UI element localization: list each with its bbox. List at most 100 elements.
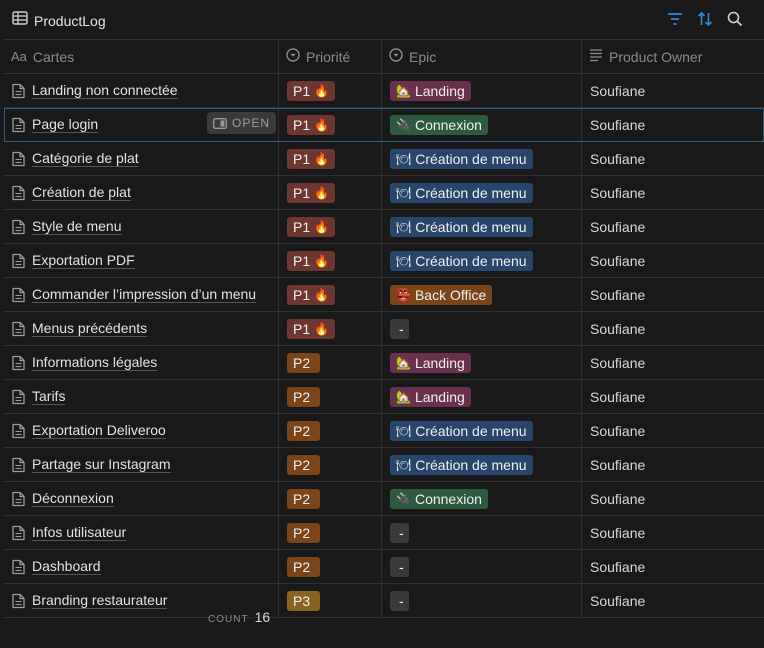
title-cell[interactable]: Infos utilisateur xyxy=(4,516,279,549)
title-cell[interactable]: Déconnexion xyxy=(4,482,279,515)
row-title[interactable]: Landing non connectée xyxy=(32,82,178,99)
owner-cell[interactable]: Soufiane xyxy=(582,142,764,175)
row-title[interactable]: Exportation Deliveroo xyxy=(32,422,166,439)
search-icon[interactable] xyxy=(726,10,744,28)
table-row[interactable]: Dashboard P2 - Soufiane xyxy=(4,550,764,584)
row-title[interactable]: Création de plat xyxy=(32,184,131,201)
table-row[interactable]: Landing non connectée P1 🔥 🏡 Landing Soufiane xyxy=(4,74,764,108)
epic-cell[interactable]: 🍽 Création de menu xyxy=(382,176,582,209)
column-header-product-owner[interactable]: Product Owner xyxy=(582,40,764,73)
table-row[interactable]: Tarifs P2 🏡 Landing Soufiane xyxy=(4,380,764,414)
epic-cell[interactable]: 🍽 Création de menu xyxy=(382,142,582,175)
owner-cell[interactable]: Soufiane xyxy=(582,346,764,379)
column-header-epic[interactable]: Epic xyxy=(382,40,582,73)
table-row[interactable]: Informations légales P2 🏡 Landing Soufiane xyxy=(4,346,764,380)
priority-cell[interactable]: P1 🔥 xyxy=(279,312,382,345)
owner-cell[interactable]: Soufiane xyxy=(582,482,764,515)
owner-cell[interactable]: Soufiane xyxy=(582,176,764,209)
row-title[interactable]: Commander l’impression d’un menu xyxy=(32,286,257,303)
owner-cell[interactable]: Soufiane xyxy=(582,278,764,311)
priority-cell[interactable]: P2 xyxy=(279,516,382,549)
priority-cell[interactable]: P1 🔥 xyxy=(279,74,382,107)
owner-cell[interactable]: Soufiane xyxy=(582,584,764,617)
epic-cell[interactable]: 🍽 Création de menu xyxy=(382,210,582,243)
title-cell[interactable]: Exportation PDF xyxy=(4,244,279,277)
row-title[interactable]: Page login xyxy=(32,116,99,133)
priority-cell[interactable]: P2 xyxy=(279,448,382,481)
epic-cell[interactable]: 🍽 Création de menu xyxy=(382,414,582,447)
title-cell[interactable]: Landing non connectée xyxy=(4,74,279,107)
row-title[interactable]: Infos utilisateur xyxy=(32,524,127,541)
priority-cell[interactable]: P1 🔥 xyxy=(279,108,382,141)
table-row[interactable]: Catégorie de plat P1 🔥 🍽 Création de menu Sou… xyxy=(4,142,764,176)
epic-cell[interactable]: 🏡 Landing xyxy=(382,74,582,107)
title-cell[interactable]: Création de plat xyxy=(4,176,279,209)
row-title[interactable]: Exportation PDF xyxy=(32,252,135,269)
column-header-priorite[interactable]: Priorité xyxy=(279,40,382,73)
table-row[interactable]: Partage sur Instagram P2 🍽 Création de menu… xyxy=(4,448,764,482)
row-title[interactable]: Informations légales xyxy=(32,354,158,371)
priority-cell[interactable]: P2 xyxy=(279,550,382,583)
row-title[interactable]: Déconnexion xyxy=(32,490,114,507)
row-title[interactable]: Branding restaurateur xyxy=(32,592,168,609)
sort-icon[interactable] xyxy=(696,10,714,28)
owner-cell[interactable]: Soufiane xyxy=(582,380,764,413)
title-cell[interactable]: Exportation Deliveroo xyxy=(4,414,279,447)
epic-cell[interactable]: 🏡 Landing xyxy=(382,346,582,379)
priority-cell[interactable]: P1 🔥 xyxy=(279,210,382,243)
epic-cell[interactable]: - xyxy=(382,516,582,549)
table-row[interactable]: Infos utilisateur P2 - Soufiane xyxy=(4,516,764,550)
epic-cell[interactable]: 🔌 Connexion xyxy=(382,482,582,515)
title-cell[interactable]: Partage sur Instagram xyxy=(4,448,279,481)
table-row[interactable]: Exportation Deliveroo P2 🍽 Création de menu… xyxy=(4,414,764,448)
filter-icon[interactable] xyxy=(666,10,684,28)
priority-cell[interactable]: P1 🔥 xyxy=(279,278,382,311)
title-cell[interactable]: Dashboard xyxy=(4,550,279,583)
row-title[interactable]: Tarifs xyxy=(32,388,66,405)
owner-cell[interactable]: Soufiane xyxy=(582,414,764,447)
column-header-cartes[interactable]: Aa Cartes xyxy=(4,40,279,73)
count-footer[interactable]: COUNT 16 xyxy=(208,609,270,625)
owner-cell[interactable]: Soufiane xyxy=(582,312,764,345)
owner-cell[interactable]: Soufiane xyxy=(582,210,764,243)
table-row[interactable]: Page login P1 🔥 🔌 Connexion Soufiane OPEN xyxy=(4,108,764,142)
epic-cell[interactable]: - xyxy=(382,312,582,345)
table-row[interactable]: Création de plat P1 🔥 🍽 Création de menu Souf… xyxy=(4,176,764,210)
row-title[interactable]: Style de menu xyxy=(32,218,122,235)
priority-cell[interactable]: P3 xyxy=(279,584,382,617)
epic-cell[interactable]: 👺 Back Office xyxy=(382,278,582,311)
row-title[interactable]: Dashboard xyxy=(32,558,101,575)
priority-cell[interactable]: P2 xyxy=(279,414,382,447)
title-cell[interactable]: Informations légales xyxy=(4,346,279,379)
epic-cell[interactable]: 🍽 Création de menu xyxy=(382,448,582,481)
epic-cell[interactable]: 🍽 Création de menu xyxy=(382,244,582,277)
title-cell[interactable]: Catégorie de plat xyxy=(4,142,279,175)
row-title[interactable]: Menus précédents xyxy=(32,320,148,337)
epic-cell[interactable]: - xyxy=(382,584,582,617)
title-cell[interactable]: Menus précédents xyxy=(4,312,279,345)
owner-cell[interactable]: Soufiane xyxy=(582,448,764,481)
title-cell[interactable]: Tarifs xyxy=(4,380,279,413)
title-cell[interactable]: Commander l’impression d’un menu xyxy=(4,278,279,311)
table-row[interactable]: Style de menu P1 🔥 🍽 Création de menu Soufian… xyxy=(4,210,764,244)
priority-cell[interactable]: P2 xyxy=(279,482,382,515)
priority-cell[interactable]: P1 🔥 xyxy=(279,244,382,277)
epic-cell[interactable]: 🏡 Landing xyxy=(382,380,582,413)
priority-cell[interactable]: P1 🔥 xyxy=(279,142,382,175)
table-row[interactable]: Commander l’impression d’un menu P1 🔥 👺 Back… xyxy=(4,278,764,312)
owner-cell[interactable]: Soufiane xyxy=(582,516,764,549)
table-row[interactable]: Branding restaurateur P3 - Soufiane xyxy=(4,584,764,618)
owner-cell[interactable]: Soufiane xyxy=(582,244,764,277)
row-title[interactable]: Partage sur Instagram xyxy=(32,456,171,473)
table-row[interactable]: Déconnexion P2 🔌 Connexion Soufiane xyxy=(4,482,764,516)
owner-cell[interactable]: Soufiane xyxy=(582,74,764,107)
owner-cell[interactable]: Soufiane xyxy=(582,550,764,583)
row-title[interactable]: Catégorie de plat xyxy=(32,150,139,167)
open-button[interactable]: OPEN xyxy=(207,112,277,134)
title-cell[interactable]: Style de menu xyxy=(4,210,279,243)
table-row[interactable]: Exportation PDF P1 🔥 🍽 Création de menu Soufi… xyxy=(4,244,764,278)
owner-cell[interactable]: Soufiane xyxy=(582,108,764,141)
view-tab[interactable]: ProductLog xyxy=(12,11,106,30)
table-row[interactable]: Menus précédents P1 🔥 - Soufiane xyxy=(4,312,764,346)
epic-cell[interactable]: 🔌 Connexion xyxy=(382,108,582,141)
